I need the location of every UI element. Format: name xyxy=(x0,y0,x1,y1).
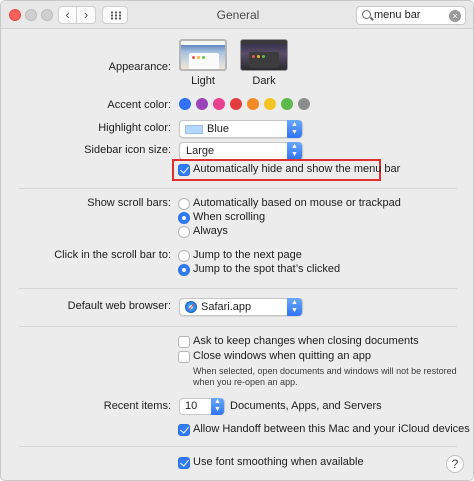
ask-keep-changes-label[interactable]: Ask to keep changes when closing documen… xyxy=(193,335,419,347)
accent-color-swatch[interactable] xyxy=(230,98,242,110)
appearance-dark-caption: Dark xyxy=(252,75,276,87)
scroll-bars-when-scrolling-radio[interactable] xyxy=(178,212,190,224)
help-button[interactable]: ? xyxy=(446,455,464,473)
divider xyxy=(19,326,457,327)
popup-arrows-icon: ▲ ▼ xyxy=(287,142,302,160)
appearance-light-thumbnail[interactable] xyxy=(179,39,227,71)
handoff-checkbox[interactable] xyxy=(178,424,190,436)
default-browser-popup[interactable]: Safari.app ▲ ▼ xyxy=(179,298,303,316)
recent-items-label: Recent items: xyxy=(103,400,171,412)
default-browser-value: Safari.app xyxy=(201,301,252,313)
accent-color-swatch[interactable] xyxy=(196,98,208,110)
font-smoothing-label[interactable]: Use font smoothing when available xyxy=(193,456,364,468)
handoff-label[interactable]: Allow Handoff between this Mac and your … xyxy=(193,423,470,435)
jump-to-spot-label[interactable]: Jump to the spot that’s clicked xyxy=(193,263,340,275)
scroll-bars-auto-label[interactable]: Automatically based on mouse or trackpad xyxy=(193,197,401,209)
jump-to-spot-radio[interactable] xyxy=(178,264,190,276)
highlight-color-label: Highlight color: xyxy=(98,122,171,134)
ask-keep-changes-checkbox[interactable] xyxy=(178,336,190,348)
divider xyxy=(19,446,457,447)
scroll-bars-always-radio[interactable] xyxy=(178,226,190,238)
close-windows-checkbox[interactable] xyxy=(178,351,190,363)
accent-color-label: Accent color: xyxy=(107,99,171,111)
title-bar: ‹ › General menu bar × xyxy=(1,1,473,29)
jump-next-page-radio[interactable] xyxy=(178,250,190,262)
auto-hide-menu-bar-label[interactable]: Automatically hide and show the menu bar xyxy=(193,163,400,175)
highlight-color-value: Blue xyxy=(207,123,230,135)
stepper-arrows-icon[interactable]: ▲ ▼ xyxy=(211,398,224,415)
recent-items-stepper[interactable]: 10 ▲ ▼ xyxy=(179,398,225,415)
accent-color-swatch[interactable] xyxy=(213,98,225,110)
clear-search-icon[interactable]: × xyxy=(449,10,461,22)
highlight-color-chip xyxy=(185,125,203,134)
auto-hide-menu-bar-checkbox[interactable] xyxy=(178,164,190,176)
appearance-dark-thumbnail[interactable] xyxy=(240,39,288,71)
search-field[interactable]: menu bar × xyxy=(356,6,466,25)
sidebar-icon-size-label: Sidebar icon size: xyxy=(84,144,171,156)
scroll-bars-when-scrolling-label[interactable]: When scrolling xyxy=(193,211,265,223)
recent-items-value: 10 xyxy=(185,400,198,412)
show-scroll-bars-label: Show scroll bars: xyxy=(87,197,171,209)
close-windows-note-line1: When selected, open documents and window… xyxy=(193,366,457,376)
accent-color-swatch[interactable] xyxy=(281,98,293,110)
accent-color-swatch[interactable] xyxy=(298,98,310,110)
accent-color-swatch[interactable] xyxy=(264,98,276,110)
safari-compass-icon xyxy=(185,301,197,313)
accent-color-swatch[interactable] xyxy=(247,98,259,110)
scroll-bars-auto-radio[interactable] xyxy=(178,198,190,210)
close-windows-note-line2: when you re-open an app. xyxy=(193,377,298,387)
scroll-bars-always-label[interactable]: Always xyxy=(193,225,228,237)
recent-items-suffix: Documents, Apps, and Servers xyxy=(230,400,382,412)
search-input[interactable]: menu bar xyxy=(374,9,420,21)
popup-arrows-icon: ▲ ▼ xyxy=(287,298,302,316)
click-scroll-bar-label: Click in the scroll bar to: xyxy=(54,249,171,261)
close-windows-label[interactable]: Close windows when quitting an app xyxy=(193,350,371,362)
font-smoothing-checkbox[interactable] xyxy=(178,457,190,469)
accent-color-swatch[interactable] xyxy=(179,98,191,110)
jump-next-page-label[interactable]: Jump to the next page xyxy=(193,249,302,261)
default-browser-label: Default web browser: xyxy=(67,300,171,312)
sidebar-icon-size-popup[interactable]: Large ▲ ▼ xyxy=(179,142,303,160)
highlight-color-popup[interactable]: Blue ▲ ▼ xyxy=(179,120,303,138)
preferences-window: ‹ › General menu bar × Appearance: Light… xyxy=(0,0,474,481)
divider xyxy=(19,188,457,189)
divider xyxy=(19,288,457,289)
appearance-label: Appearance: xyxy=(108,61,171,73)
popup-arrows-icon: ▲ ▼ xyxy=(287,120,302,138)
sidebar-icon-size-value: Large xyxy=(186,145,215,157)
search-icon xyxy=(362,10,371,19)
appearance-light-caption: Light xyxy=(191,75,215,87)
